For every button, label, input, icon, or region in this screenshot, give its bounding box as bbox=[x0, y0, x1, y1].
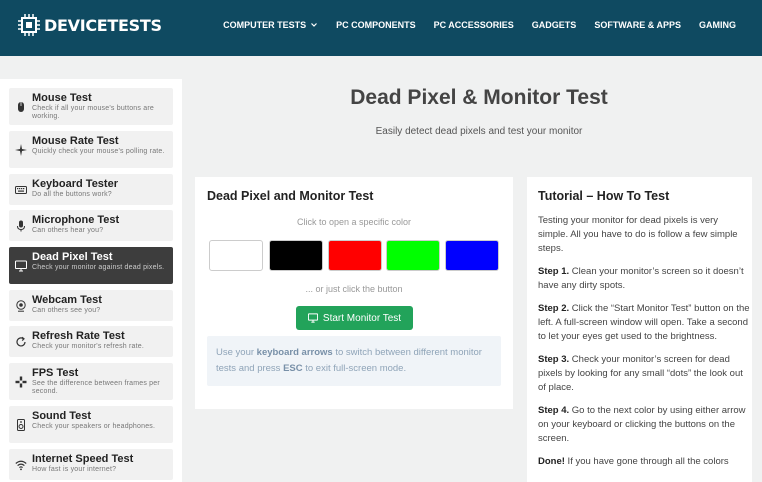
speaker-icon bbox=[17, 418, 25, 431]
microphone-icon bbox=[17, 220, 25, 231]
info-bold-keyboard-arrows: keyboard arrows bbox=[256, 347, 333, 358]
sidebar-item-desc: Can others see you? bbox=[32, 307, 101, 314]
sidebar-item-desc: Check your monitor against dead pixels. bbox=[32, 264, 165, 271]
monitor-icon bbox=[15, 260, 27, 271]
webcam-icon bbox=[16, 299, 26, 312]
sidebar: Mouse Test Check if all your mouse's but… bbox=[0, 79, 182, 482]
red-swatch-button[interactable] bbox=[328, 240, 382, 271]
wifi-icon bbox=[15, 460, 27, 470]
sidebar-item-desc: Check if all your mouse's buttons are wo… bbox=[32, 105, 154, 120]
cursor-move-icon bbox=[15, 143, 27, 156]
step-label: Step 2. bbox=[538, 303, 570, 314]
blue-swatch-button[interactable] bbox=[445, 240, 499, 271]
sidebar-item-internet-speed-test[interactable]: Internet Speed Test How fast is your int… bbox=[9, 449, 173, 480]
gamepad-icon bbox=[15, 376, 27, 387]
step-text: Go to the next color by using either arr… bbox=[538, 405, 746, 444]
nav-gadgets[interactable]: GADGETS bbox=[532, 20, 577, 30]
nav-label: COMPUTER TESTS bbox=[223, 20, 307, 30]
chip-icon bbox=[18, 14, 40, 36]
sidebar-item-desc: How fast is your internet? bbox=[32, 466, 117, 473]
sidebar-item-title: Mouse Rate Test bbox=[32, 135, 119, 147]
step-label: Step 3. bbox=[538, 354, 570, 365]
tutorial-body: Testing your monitor for dead pixels is … bbox=[538, 214, 750, 478]
sidebar-item-desc: Do all the buttons work? bbox=[32, 191, 112, 198]
info-text: to exit full-screen mode. bbox=[302, 363, 407, 374]
keyboard-info-box: Use your keyboard arrows to switch betwe… bbox=[207, 336, 501, 386]
sidebar-item-title: Microphone Test bbox=[32, 214, 120, 226]
step-text: Click the “Start Monitor Test” button on… bbox=[538, 303, 750, 342]
step-label: Done! bbox=[538, 456, 565, 467]
step-text: Clean your monitor’s screen so it doesn’… bbox=[538, 266, 744, 291]
tutorial-card: Tutorial – How To Test Testing your moni… bbox=[527, 177, 752, 482]
sidebar-item-title: Webcam Test bbox=[32, 294, 102, 306]
sidebar-item-keyboard-tester[interactable]: Keyboard Tester Do all the buttons work? bbox=[9, 174, 173, 205]
tutorial-step: Step 4. Go to the next color by using ei… bbox=[538, 404, 750, 446]
nav-gaming[interactable]: GAMING bbox=[699, 20, 736, 30]
refresh-icon bbox=[16, 336, 26, 346]
tutorial-step: Step 3. Check your monitor’s screen for … bbox=[538, 353, 750, 395]
mouse-icon bbox=[18, 101, 24, 112]
or-click-text: ... or just click the button bbox=[305, 284, 403, 294]
monitor-test-card: Dead Pixel and Monitor Test Click to ope… bbox=[195, 177, 513, 409]
step-text: Check your monitor’s screen for dead pix… bbox=[538, 354, 743, 393]
sidebar-item-desc: Check your speakers or headphones. bbox=[32, 423, 156, 430]
page-subtitle: Easily detect dead pixels and test your … bbox=[375, 126, 583, 137]
main-nav: COMPUTER TESTS PC COMPONENTS PC ACCESSOR… bbox=[223, 20, 736, 30]
sidebar-item-title: Keyboard Tester bbox=[32, 178, 118, 190]
nav-label: GADGETS bbox=[531, 20, 577, 30]
chevron-down-icon bbox=[311, 23, 318, 27]
sidebar-item-desc: Can others hear you? bbox=[32, 227, 104, 234]
sidebar-item-webcam-test[interactable]: Webcam Test Can others see you? bbox=[9, 290, 173, 321]
white-swatch-button[interactable] bbox=[209, 240, 263, 271]
black-swatch-button[interactable] bbox=[269, 240, 323, 271]
info-bold-esc: ESC bbox=[283, 363, 303, 374]
sidebar-item-title: FPS Test bbox=[32, 367, 79, 379]
tutorial-step: Step 2. Click the “Start Monitor Test” b… bbox=[538, 302, 750, 344]
sidebar-item-refresh-rate-test[interactable]: Refresh Rate Test Check your monitor's r… bbox=[9, 326, 173, 357]
sidebar-item-dead-pixel-test[interactable]: Dead Pixel Test Check your monitor again… bbox=[9, 247, 173, 284]
nav-pc-accessories[interactable]: PC ACCESSORIES bbox=[434, 20, 514, 30]
start-button-label: Start Monitor Test bbox=[322, 312, 402, 324]
sidebar-item-desc: Check your monitor's refresh rate. bbox=[32, 343, 145, 350]
sidebar-item-title: Internet Speed Test bbox=[32, 453, 134, 465]
card-title: Dead Pixel and Monitor Test bbox=[207, 189, 374, 203]
nav-computer-tests[interactable]: COMPUTER TESTS bbox=[223, 20, 318, 30]
tutorial-title: Tutorial – How To Test bbox=[538, 189, 670, 203]
nav-label: PC COMPONENTS bbox=[336, 20, 416, 30]
sidebar-item-desc: See the difference between frames per se… bbox=[32, 380, 160, 395]
step-label: Step 4. bbox=[538, 405, 570, 416]
sidebar-item-title: Sound Test bbox=[32, 410, 92, 422]
sidebar-item-desc: Quickly check your mouse's polling rate. bbox=[32, 148, 165, 155]
info-text: Use your bbox=[216, 347, 257, 358]
sidebar-item-title: Dead Pixel Test bbox=[32, 251, 113, 263]
nav-label: GAMING bbox=[699, 20, 736, 30]
nav-pc-components[interactable]: PC COMPONENTS bbox=[336, 20, 416, 30]
top-header: DEVICETESTS COMPUTER TESTS PC COMPONENTS… bbox=[0, 0, 762, 56]
step-text: If you have gone through all the colors bbox=[564, 456, 729, 467]
page-title: Dead Pixel & Monitor Test bbox=[350, 86, 608, 109]
sidebar-item-fps-test[interactable]: FPS Test See the difference between fram… bbox=[9, 363, 173, 400]
logo-text: DEVICETESTS bbox=[44, 15, 162, 35]
keyboard-icon bbox=[15, 185, 27, 194]
monitor-icon bbox=[307, 313, 318, 323]
sidebar-item-mouse-test[interactable]: Mouse Test Check if all your mouse's but… bbox=[9, 88, 173, 125]
site-logo[interactable]: DEVICETESTS bbox=[18, 14, 162, 36]
tutorial-intro: Testing your monitor for dead pixels is … bbox=[538, 215, 738, 254]
step-label: Step 1. bbox=[538, 266, 570, 277]
green-swatch-button[interactable] bbox=[386, 240, 440, 271]
start-monitor-test-button[interactable]: Start Monitor Test bbox=[296, 306, 413, 330]
sidebar-item-microphone-test[interactable]: Microphone Test Can others hear you? bbox=[9, 210, 173, 241]
tutorial-step: Done! If you have gone through all the c… bbox=[538, 455, 750, 469]
sidebar-item-mouse-rate-test[interactable]: Mouse Rate Test Quickly check your mouse… bbox=[9, 131, 173, 168]
sidebar-item-title: Refresh Rate Test bbox=[32, 330, 125, 342]
sidebar-item-title: Mouse Test bbox=[32, 92, 92, 104]
color-hint-text: Click to open a specific color bbox=[296, 217, 412, 227]
nav-label: SOFTWARE & APPS bbox=[594, 20, 681, 30]
sidebar-item-sound-test[interactable]: Sound Test Check your speakers or headph… bbox=[9, 406, 173, 443]
nav-label: PC ACCESSORIES bbox=[433, 20, 514, 30]
nav-software-apps[interactable]: SOFTWARE & APPS bbox=[594, 20, 681, 30]
tutorial-step: Step 1. Clean your monitor’s screen so i… bbox=[538, 265, 750, 293]
